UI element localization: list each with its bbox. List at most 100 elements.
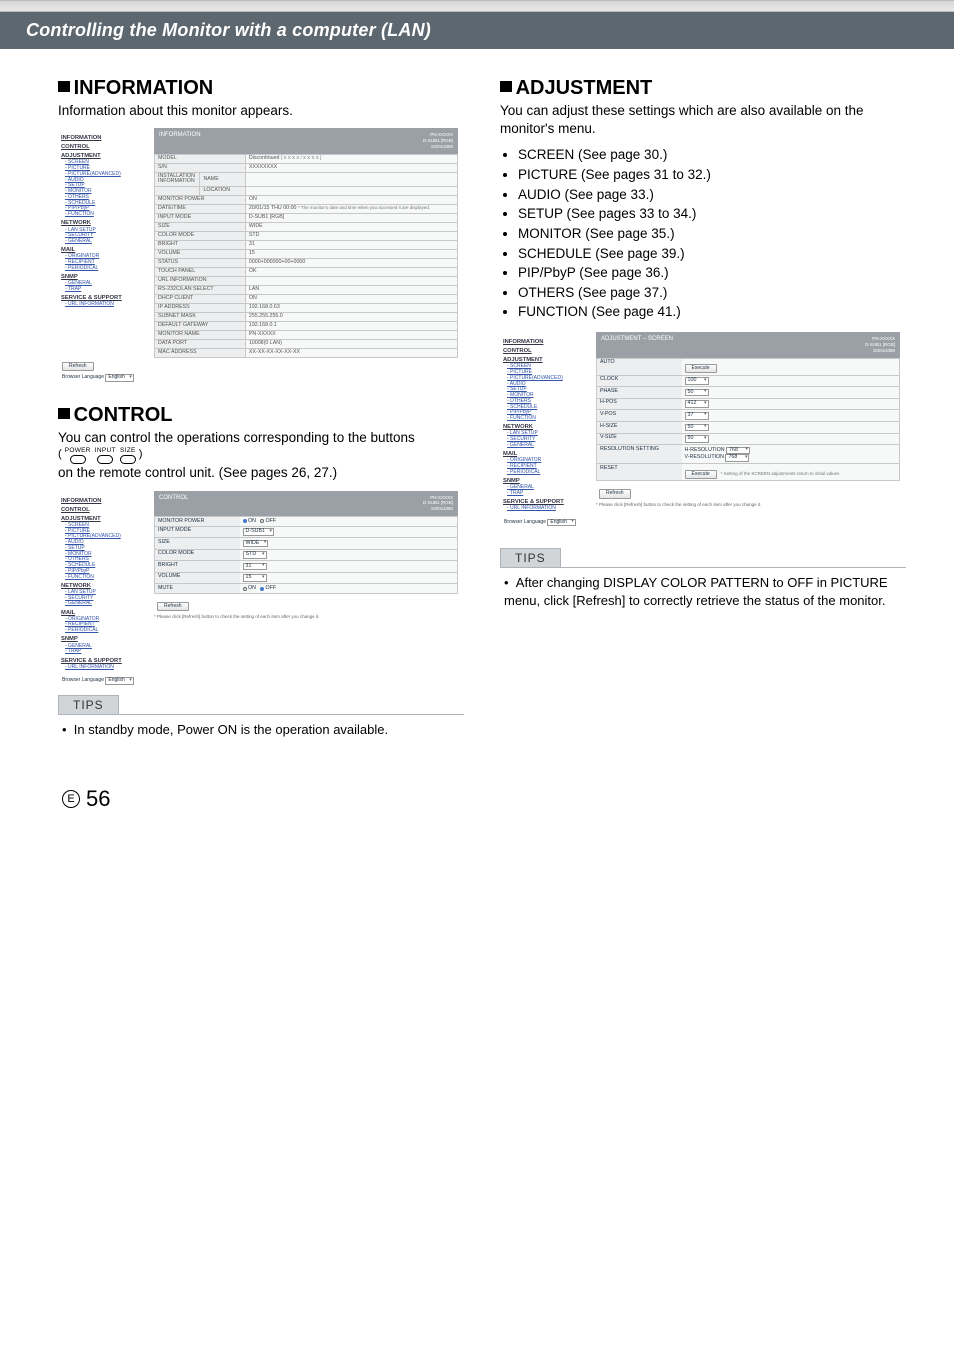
info-value: ON: [245, 295, 457, 304]
refresh-button[interactable]: Refresh: [599, 489, 631, 498]
panel-header: INFORMATION: [159, 132, 201, 138]
info-key: MAC ADDRESS: [155, 349, 246, 358]
adjustment-bullets: SCREEN (See page 30.)PICTURE (See pages …: [500, 146, 906, 322]
info-value: ON: [245, 196, 457, 205]
info-value: OK: [245, 268, 457, 277]
info-key: RS-232C/LAN SELECT: [155, 286, 246, 295]
radio-off[interactable]: OFF: [260, 519, 276, 525]
info-key: [155, 187, 200, 196]
sidebar-link[interactable]: - PERIODICAL: [65, 628, 151, 633]
info-value: 0000+000000+00+0000: [245, 259, 457, 268]
execute-button[interactable]: Execute: [685, 364, 717, 373]
select-input-mode[interactable]: D-SUB1: [243, 528, 274, 536]
adjustment-key: V-SIZE: [597, 434, 682, 445]
adjustment-key: H-SIZE: [597, 422, 682, 433]
adjustment-bullet: SCREEN (See page 30.): [518, 146, 906, 165]
info-value: Discontinued [ X X X X / X X X X ]: [245, 154, 457, 163]
radio-on[interactable]: ON: [243, 586, 256, 592]
select-volume[interactable]: 15: [243, 574, 267, 582]
info-key: DEFAULT GATEWAY: [155, 322, 246, 331]
adjustment-bullet: MONITOR (See page 35.): [518, 225, 906, 244]
adjustment-key: H-POS: [597, 399, 682, 410]
info-key: DHCP CLIENT: [155, 295, 246, 304]
sidebar-link[interactable]: - FUNCTION: [65, 212, 151, 217]
adjustment-key: CLOCK: [597, 376, 682, 387]
info-value: 31: [245, 241, 457, 250]
sidebar-link[interactable]: - URL INFORMATION: [65, 302, 151, 307]
select-color-mode[interactable]: STD: [243, 551, 267, 559]
sidebar-group-control[interactable]: CONTROL: [61, 144, 151, 150]
language-select[interactable]: English: [547, 519, 575, 526]
sidebar-group-snmp[interactable]: SNMP: [61, 636, 151, 642]
info-value: 15: [245, 250, 457, 259]
info-subkey: LOCATION: [200, 187, 245, 196]
control-key: INPUT MODE: [155, 527, 240, 538]
sidebar-link[interactable]: - PERIODICAL: [507, 470, 593, 475]
sidebar-group-information[interactable]: INFORMATION: [61, 135, 151, 141]
input-button-icon: INPUT: [95, 447, 116, 464]
sidebar-group-mail[interactable]: MAIL: [61, 610, 151, 616]
information-heading: INFORMATION: [58, 77, 464, 100]
select-size[interactable]: WIDE: [243, 540, 269, 548]
info-value: PN-XXXXX: [245, 331, 457, 340]
execute-button[interactable]: Execute: [685, 470, 717, 479]
adjustment-heading: ADJUSTMENT: [500, 77, 906, 100]
sidebar-nav: INFORMATIONCONTROLADJUSTMENT- SCREEN- PI…: [58, 128, 154, 358]
size-button-icon: SIZE: [120, 447, 136, 464]
radio-on[interactable]: ON: [243, 519, 256, 525]
select-h-pos[interactable]: 412: [685, 400, 709, 408]
info-key: INSTALLATION INFORMATION: [155, 172, 200, 186]
sidebar-group-adjustment[interactable]: ADJUSTMENT: [61, 516, 151, 522]
sidebar-link[interactable]: - PERIODICAL: [65, 266, 151, 271]
sidebar-link[interactable]: - TRAP: [507, 491, 593, 496]
sidebar-link[interactable]: - GENERAL: [507, 443, 593, 448]
select-v-pos[interactable]: 37: [685, 412, 709, 420]
adjustment-bullet: PIP/PbyP (See page 36.): [518, 264, 906, 283]
info-key: URL INFORMATION: [155, 277, 246, 286]
info-key: COLOR MODE: [155, 232, 246, 241]
e-circle-icon: E: [62, 790, 80, 808]
sidebar-link[interactable]: - GENERAL: [65, 601, 151, 606]
info-key: TOUCH PANEL: [155, 268, 246, 277]
v-resolution-select[interactable]: 768: [725, 454, 749, 462]
sidebar-group-service-support[interactable]: SERVICE & SUPPORT: [61, 658, 151, 664]
sidebar-link[interactable]: - TRAP: [65, 649, 151, 654]
square-bullet-icon: [58, 408, 70, 420]
sidebar-link[interactable]: - GENERAL: [65, 239, 151, 244]
info-key: BRIGHT: [155, 241, 246, 250]
sidebar-link[interactable]: - FUNCTION: [65, 575, 151, 580]
refresh-button[interactable]: Refresh: [62, 362, 94, 371]
information-subtext: Information about this monitor appears.: [58, 102, 464, 120]
info-value: [245, 277, 457, 286]
sidebar-group-network[interactable]: NETWORK: [61, 583, 151, 589]
sidebar-link[interactable]: - FUNCTION: [507, 416, 593, 421]
info-value: WIDE: [245, 223, 457, 232]
sidebar-group-control[interactable]: CONTROL: [61, 507, 151, 513]
adjustment-subtext: You can adjust these settings which are …: [500, 102, 906, 138]
language-select[interactable]: English: [105, 677, 133, 684]
sidebar-link[interactable]: - URL INFORMATION: [65, 665, 151, 670]
square-bullet-icon: [500, 81, 512, 93]
info-value: 20/01/15 THU 00:00 * The monitor's date …: [245, 205, 457, 214]
adjustment-bullet: AUDIO (See page 33.): [518, 186, 906, 205]
select-bright[interactable]: 31: [243, 563, 267, 571]
info-value: 192.168.0.63: [245, 304, 457, 313]
radio-off[interactable]: OFF: [260, 586, 276, 592]
sidebar-link[interactable]: - TRAP: [65, 287, 151, 292]
square-bullet-icon: [58, 81, 70, 93]
sidebar-group-information[interactable]: INFORMATION: [503, 339, 593, 345]
sidebar-group-network[interactable]: NETWORK: [61, 220, 151, 226]
refresh-button[interactable]: Refresh: [157, 602, 189, 611]
select-h-size[interactable]: 50: [685, 424, 709, 432]
sidebar-group-information[interactable]: INFORMATION: [61, 498, 151, 504]
select-v-size[interactable]: 50: [685, 435, 709, 443]
select-phase[interactable]: 50: [685, 389, 709, 397]
control-key: MONITOR POWER: [155, 517, 240, 526]
select-clock[interactable]: 100: [685, 377, 709, 385]
info-value: XXXXXXXX: [245, 163, 457, 172]
sidebar-link[interactable]: - URL INFORMATION: [507, 506, 593, 511]
sidebar-group-control[interactable]: CONTROL: [503, 348, 593, 354]
refresh-note: * Please click [Refresh] button to check…: [596, 503, 900, 508]
tips-heading: TIPS: [500, 548, 561, 568]
language-select[interactable]: English: [105, 374, 133, 381]
